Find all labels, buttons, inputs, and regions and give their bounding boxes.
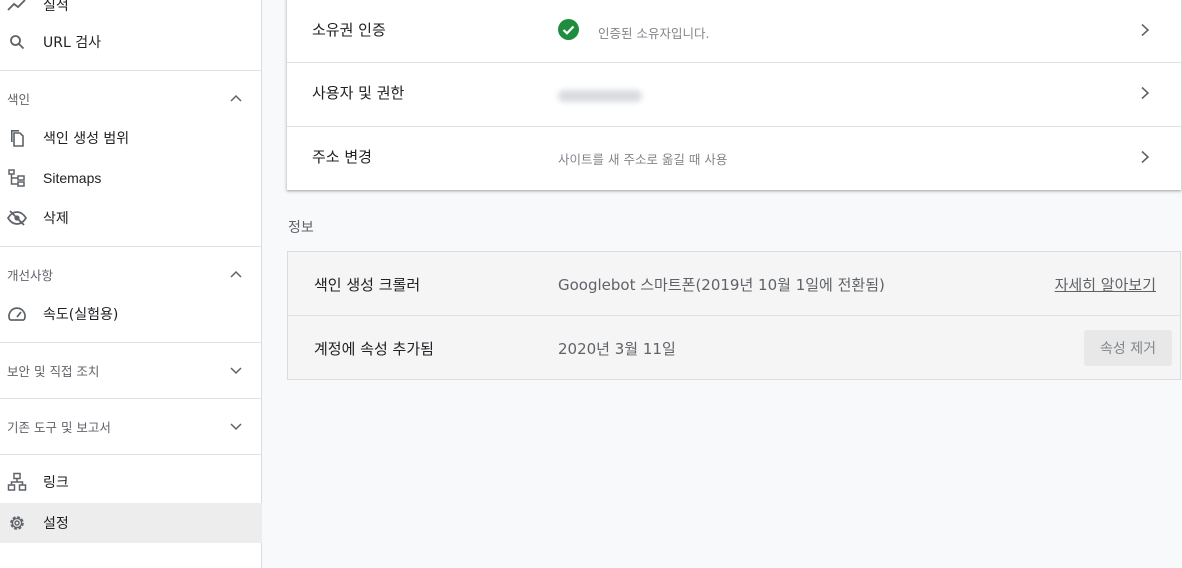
eye-off-icon [7, 209, 27, 227]
sidebar-divider [0, 246, 262, 247]
chevron-right-icon [1139, 22, 1151, 41]
info-value: 2020년 3월 11일 [558, 340, 676, 358]
settings-row-change-address[interactable]: 주소 변경 사이트를 새 주소로 옮길 때 사용 [287, 126, 1181, 190]
sidebar-item-label: 삭제 [43, 211, 69, 227]
info-row-added: 계정에 속성 추가됨 2020년 3월 11일 속성 제거 [288, 316, 1180, 380]
sidebar-item-removals[interactable]: 삭제 [0, 198, 262, 238]
speed-gauge-icon [7, 305, 27, 323]
sidebar-item-speed[interactable]: 속도(실험용) [0, 294, 262, 334]
chevron-down-icon [228, 364, 244, 376]
search-icon [7, 33, 27, 51]
check-circle-icon [558, 19, 579, 44]
copy-pages-icon [7, 129, 27, 147]
section-title: 색인 [7, 91, 31, 107]
sidebar-item-sitemaps[interactable]: Sitemaps [0, 158, 262, 198]
chevron-right-icon [1139, 149, 1151, 168]
sidebar-divider [0, 70, 262, 71]
sidebar-item-label: 링크 [43, 475, 69, 491]
sidebar-item-label: Sitemaps [43, 170, 102, 186]
sidebar-divider [0, 398, 262, 399]
settings-row-ownership[interactable]: 소유권 인증 인증된 소유자입니다. [287, 0, 1181, 61]
sidebar-item-coverage[interactable]: 색인 생성 범위 [0, 118, 262, 158]
section-title: 개선사항 [7, 267, 54, 283]
sidebar-item-settings[interactable]: 설정 [0, 503, 262, 543]
chevron-up-icon [228, 92, 244, 104]
sidebar-item-url-inspection[interactable]: URL 검사 [0, 22, 262, 62]
row-title: 소유권 인증 [312, 21, 386, 39]
sidebar-item-links[interactable]: 링크 [0, 462, 262, 502]
settings-row-users-permissions[interactable]: 사용자 및 권한 [287, 62, 1181, 126]
info-box: 색인 생성 크롤러 Googlebot 스마트폰(2019년 10월 1일에 전… [287, 251, 1181, 380]
learn-more-link[interactable]: 자세히 알아보기 [1055, 274, 1156, 295]
gear-icon [7, 514, 27, 532]
info-row-crawler: 색인 생성 크롤러 Googlebot 스마트폰(2019년 10월 1일에 전… [288, 252, 1180, 316]
sidebar-item-label: 속도(실험용) [43, 307, 119, 323]
row-value: 인증된 소유자입니다. [598, 26, 710, 41]
row-title: 주소 변경 [312, 148, 372, 166]
row-value: 사이트를 새 주소로 옮길 때 사용 [558, 152, 728, 167]
sidebar-item-label: 색인 생성 범위 [43, 131, 130, 147]
chevron-up-icon [228, 268, 244, 280]
sidebar: 실적 URL 검사 색인 색인 생성 범위 Sitemaps 삭제 개선사항 속… [0, 0, 262, 568]
sidebar-divider [0, 454, 262, 455]
sidebar-item-label: 실적 [43, 0, 69, 14]
sidebar-item-label: 설정 [43, 516, 69, 532]
redacted-user-count [558, 90, 642, 102]
row-title: 사용자 및 권한 [312, 84, 405, 102]
section-title: 보안 및 직접 조치 [7, 363, 100, 379]
links-network-icon [7, 472, 27, 491]
chevron-right-icon [1139, 85, 1151, 104]
trending-up-icon [7, 0, 27, 14]
section-header-enhancements[interactable]: 개선사항 [0, 254, 262, 294]
section-header-security[interactable]: 보안 및 직접 조치 [0, 350, 262, 390]
remove-property-button[interactable]: 속성 제거 [1084, 330, 1172, 366]
section-title: 기존 도구 및 보고서 [7, 419, 111, 435]
sidebar-divider [0, 342, 262, 343]
settings-card: 소유권 인증 인증된 소유자입니다. 사용자 및 권한 주소 변경 사이트를 새… [287, 0, 1181, 190]
info-label: 색인 생성 크롤러 [314, 276, 421, 294]
sitemap-icon [7, 169, 27, 187]
section-title-about: 정보 [288, 220, 314, 236]
section-header-index[interactable]: 색인 [0, 78, 262, 118]
section-header-legacy-tools[interactable]: 기존 도구 및 보고서 [0, 406, 262, 446]
info-label: 계정에 속성 추가됨 [314, 340, 434, 358]
info-value: Googlebot 스마트폰(2019년 10월 1일에 전환됨) [558, 276, 885, 294]
sidebar-item-label: URL 검사 [43, 35, 101, 51]
chevron-down-icon [228, 420, 244, 432]
